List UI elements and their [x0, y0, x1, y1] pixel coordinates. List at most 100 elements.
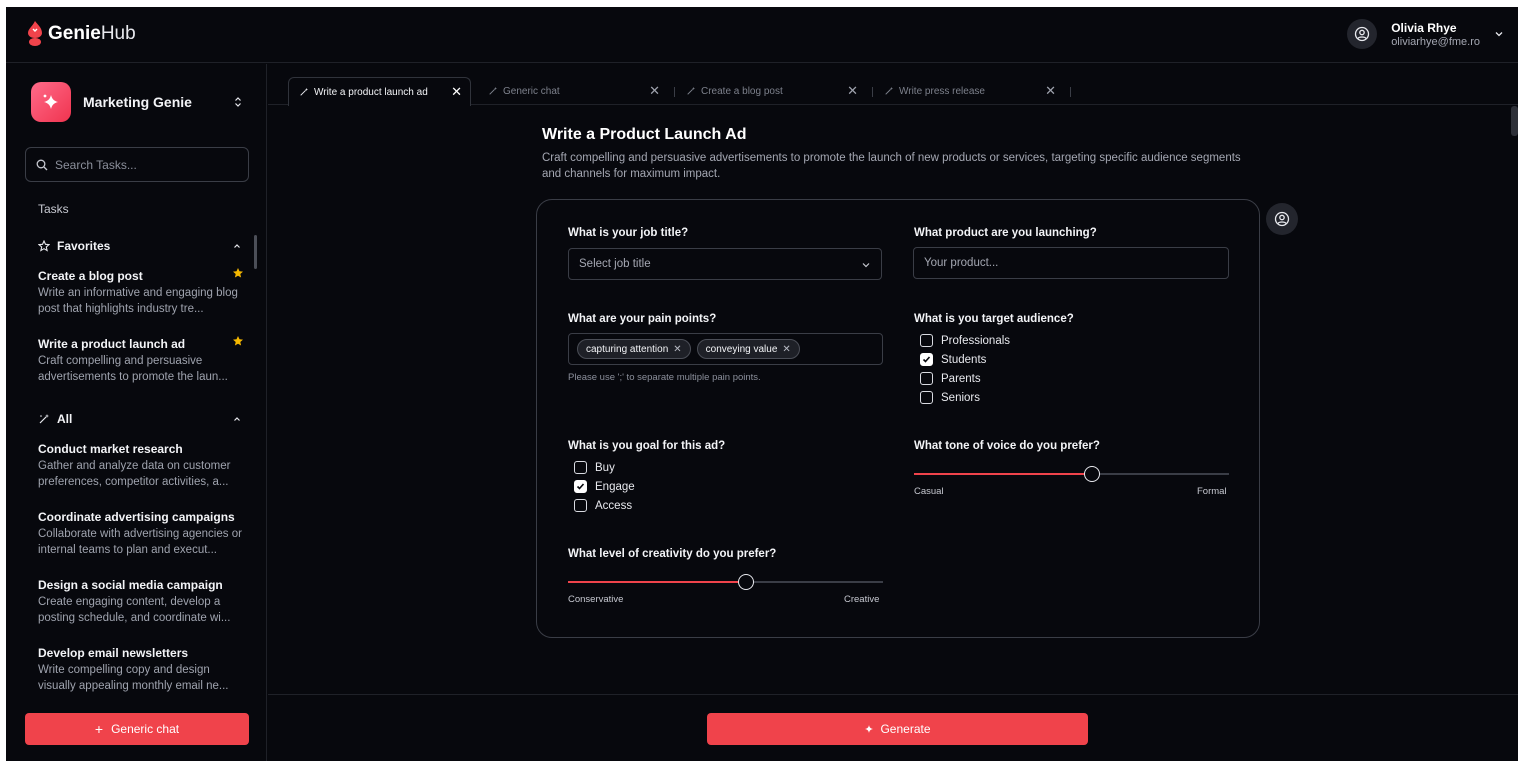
tab-write-press-release[interactable]: Write press release ✕ [874, 77, 1064, 105]
close-icon[interactable]: ✕ [847, 83, 858, 99]
chip-label: conveying value [705, 343, 778, 355]
user-avatar[interactable] [1347, 19, 1378, 49]
sidebar-scrollbar[interactable] [254, 235, 257, 269]
option-label: Buy [595, 461, 615, 474]
product-question: What product are you launching? [914, 227, 1097, 239]
task-title: Develop email newsletters [38, 646, 189, 660]
slider-handle[interactable] [1083, 466, 1100, 482]
chevron-up-down-icon [235, 97, 241, 107]
slider-handle[interactable] [737, 574, 754, 590]
task-title: Design a social media campaign [38, 578, 223, 592]
product-input[interactable] [924, 257, 1204, 269]
search-icon [36, 159, 48, 170]
checkbox[interactable] [920, 391, 933, 404]
sparkle-icon [43, 94, 58, 109]
job-title-placeholder: Select job title [579, 258, 651, 270]
task-item[interactable]: Develop email newsletters Write compelli… [38, 646, 244, 694]
task-item[interactable]: Design a social media campaign Create en… [38, 578, 244, 626]
close-icon[interactable]: ✕ [649, 83, 660, 99]
chevron-down-icon[interactable] [1494, 29, 1504, 39]
chevron-down-icon [862, 263, 870, 268]
user-menu[interactable]: Olivia Rhye oliviarhye@fme.ro [1347, 19, 1504, 49]
favorite-task-item[interactable]: Create a blog post Write an informative … [38, 267, 244, 317]
task-description: Create engaging content, develop a posti… [38, 596, 231, 624]
genie-selector[interactable]: Marketing Genie [31, 82, 243, 122]
tab-write-product-launch-ad[interactable]: Write a product launch ad ✕ [288, 77, 471, 106]
ad-form-card: What is your job title? Select job title… [536, 199, 1260, 638]
close-icon[interactable]: ✕ [673, 344, 681, 355]
pain-point-chip[interactable]: capturing attention ✕ [577, 339, 691, 359]
goal-option-buy[interactable]: Buy [574, 461, 615, 474]
all-section-header[interactable]: All [38, 409, 242, 429]
chip-label: capturing attention [586, 343, 669, 355]
pain-points-input[interactable]: capturing attention ✕ conveying value ✕ [568, 333, 883, 365]
genie-user-avatar[interactable] [1266, 203, 1298, 235]
task-title: Conduct market research [38, 442, 183, 456]
page-title: Write a Product Launch Ad [542, 126, 747, 143]
main-scrollbar[interactable] [1511, 106, 1518, 136]
checkbox[interactable] [574, 461, 587, 474]
check-icon [922, 356, 931, 363]
goal-option-engage[interactable]: Engage [574, 480, 635, 493]
audience-option-seniors[interactable]: Seniors [920, 391, 980, 404]
pain-point-chip[interactable]: conveying value ✕ [696, 339, 800, 359]
tab-separator [1070, 87, 1071, 97]
task-title: Coordinate advertising campaigns [38, 510, 235, 524]
audience-option-professionals[interactable]: Professionals [920, 334, 1010, 347]
slider-fill [914, 473, 1092, 475]
tone-question: What tone of voice do you prefer? [914, 440, 1100, 452]
user-name: Olivia Rhye [1391, 20, 1457, 35]
task-item[interactable]: Coordinate advertising campaigns Collabo… [38, 510, 244, 558]
close-icon[interactable]: ✕ [451, 84, 462, 100]
task-description: Write an informative and engaging blog p… [38, 287, 238, 315]
creativity-max-label: Creative [844, 594, 880, 605]
generate-button[interactable]: Generate [707, 713, 1088, 745]
close-icon[interactable]: ✕ [1045, 83, 1056, 99]
pain-points-hint: Please use ';' to separate multiple pain… [568, 372, 761, 383]
generic-chat-label: Generic chat [111, 722, 180, 736]
chevron-up-icon[interactable] [232, 241, 242, 251]
checkbox-checked[interactable] [920, 353, 933, 366]
task-description: Craft compelling and persuasive advertis… [38, 355, 228, 383]
star-filled-icon[interactable] [232, 335, 244, 347]
job-title-select[interactable]: Select job title [568, 248, 882, 280]
favorites-section-header[interactable]: Favorites [38, 236, 242, 256]
check-icon [576, 483, 585, 490]
goal-question: What is you goal for this ad? [568, 440, 726, 452]
magic-wand-icon [686, 86, 696, 96]
audience-option-students[interactable]: Students [920, 353, 986, 366]
audience-option-parents[interactable]: Parents [920, 372, 981, 385]
star-filled-icon[interactable] [232, 267, 244, 279]
chevron-up-icon[interactable] [232, 414, 242, 424]
generic-chat-button[interactable]: + Generic chat [25, 713, 249, 745]
task-item[interactable]: Conduct market research Gather and analy… [38, 442, 244, 490]
checkbox[interactable] [574, 499, 587, 512]
user-info: Olivia Rhye oliviarhye@fme.ro [1391, 21, 1480, 48]
task-title: Write a product launch ad [38, 337, 186, 351]
top-bar: GenieHub Olivia Rhye oliviarhye@fme.ro [6, 7, 1518, 63]
goal-option-access[interactable]: Access [574, 499, 632, 512]
close-icon[interactable]: ✕ [782, 344, 790, 355]
option-label: Professionals [941, 334, 1011, 347]
creativity-min-label: Conservative [568, 594, 624, 605]
sidebar: Marketing Genie Tasks Favorites [6, 64, 267, 761]
creativity-slider[interactable] [568, 574, 883, 590]
product-field[interactable] [913, 247, 1229, 279]
option-label: Access [595, 499, 633, 512]
user-circle-icon [1274, 211, 1290, 227]
generate-label: Generate [880, 722, 931, 736]
tab-generic-chat[interactable]: Generic chat ✕ [478, 77, 668, 105]
magic-wand-icon [884, 86, 894, 96]
search-input[interactable] [55, 157, 235, 172]
logo[interactable]: GenieHub [24, 19, 136, 49]
tab-create-blog-post[interactable]: Create a blog post ✕ [676, 77, 866, 105]
checkbox[interactable] [920, 372, 933, 385]
checkbox[interactable] [920, 334, 933, 347]
favorite-task-item[interactable]: Write a product launch ad Craft compelli… [38, 335, 244, 385]
tone-slider[interactable] [914, 466, 1229, 482]
search-box[interactable] [25, 147, 249, 182]
tab-separator [674, 87, 675, 97]
checkbox-checked[interactable] [574, 480, 587, 493]
tab-bar: Write a product launch ad ✕ Generic chat… [268, 64, 1518, 106]
magic-wand-icon [39, 414, 49, 424]
